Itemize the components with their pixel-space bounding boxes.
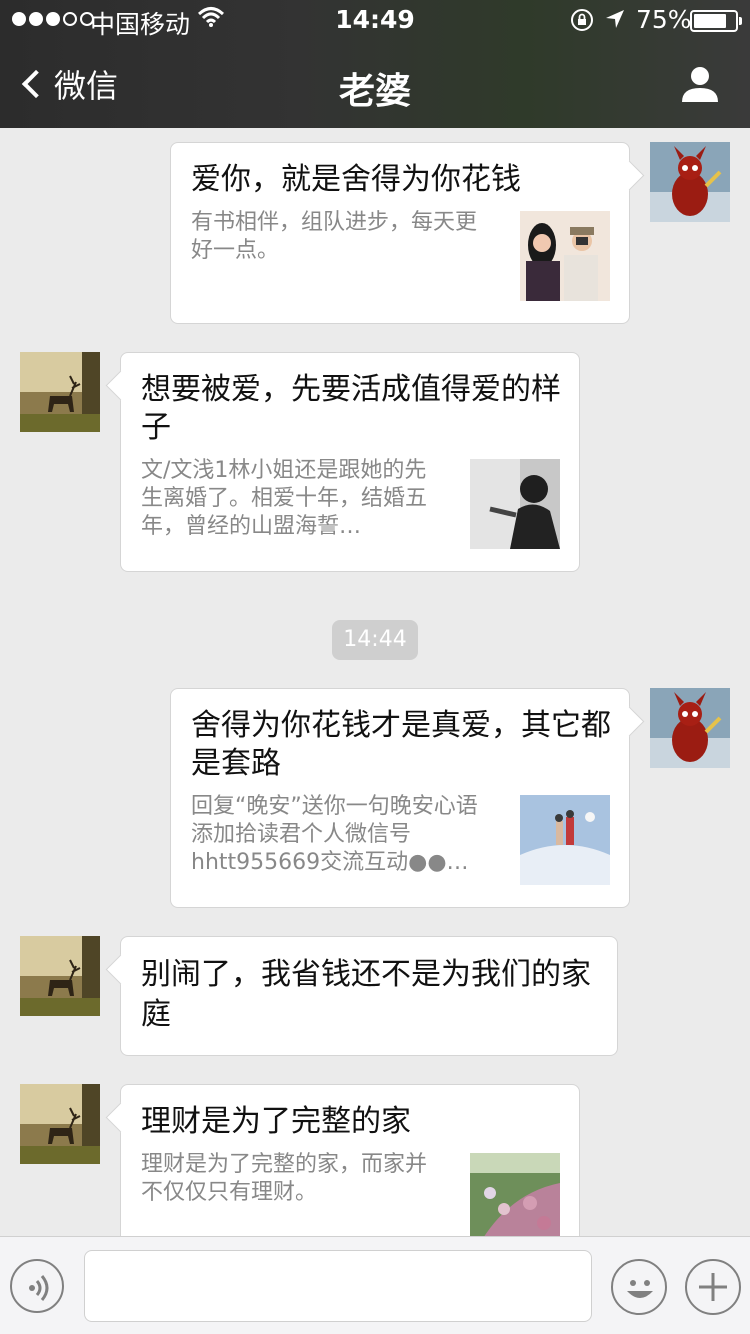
avatar-contact[interactable] xyxy=(20,352,100,432)
more-button[interactable] xyxy=(685,1259,741,1315)
rotation-lock-icon xyxy=(571,9,593,31)
card-thumbnail xyxy=(470,1153,560,1243)
card-title: 理财是为了完整的家 xyxy=(141,1104,411,1139)
emoji-icon xyxy=(627,1280,653,1298)
avatar-self[interactable] xyxy=(650,688,730,768)
timestamp: 14:44 xyxy=(332,620,418,660)
avatar-self[interactable] xyxy=(650,142,730,222)
card-description: 文/文浅1林小姐还是跟她的先生离婚了。相爱十年，结婚五年，曾经的山盟海誓… xyxy=(141,458,428,539)
card-description: 理财是为了完整的家，而家并不仅仅只有理财。 xyxy=(141,1152,428,1205)
card-title: 爱你，就是舍得为你花钱 xyxy=(191,162,521,197)
battery-icon xyxy=(690,10,742,32)
top-bar: 中国移动 14:49 75% 微信 老婆 xyxy=(0,0,750,128)
plus-icon xyxy=(699,1273,727,1301)
message-text: 别闹了，我省钱还不是为我们的家庭 xyxy=(141,957,591,1032)
card-title: 想要被爱，先要活成值得爱的样子 xyxy=(141,372,561,445)
chat-title: 老婆 xyxy=(338,71,411,112)
avatar-contact[interactable] xyxy=(20,1084,100,1164)
card-description: 回复“晚安”送你一句晚安心语添加拾读君个人微信号hhtt955669交流互动●●… xyxy=(191,794,478,875)
card-description: 有书相伴，组队进步，每天更好一点。 xyxy=(191,210,478,263)
message-text-bubble[interactable]: 别闹了，我省钱还不是为我们的家庭 xyxy=(120,936,618,1056)
message-card[interactable]: 想要被爱，先要活成值得爱的样子 文/文浅1林小姐还是跟她的先生离婚了。相爱十年，… xyxy=(120,352,580,572)
status-bar: 中国移动 14:49 75% xyxy=(0,0,750,40)
card-thumbnail xyxy=(470,459,560,549)
person-icon[interactable] xyxy=(680,64,720,104)
voice-icon xyxy=(29,1275,49,1301)
avatar-contact[interactable] xyxy=(20,936,100,1016)
card-title: 舍得为你花钱才是真爱，其它都是套路 xyxy=(191,708,611,781)
voice-button[interactable] xyxy=(10,1259,64,1313)
card-thumbnail xyxy=(520,211,610,301)
location-arrow-icon xyxy=(606,10,624,28)
message-card[interactable]: 爱你，就是舍得为你花钱 有书相伴，组队进步，每天更好一点。 xyxy=(170,142,630,324)
message-card[interactable]: 舍得为你花钱才是真爱，其它都是套路 回复“晚安”送你一句晚安心语添加拾读君个人微… xyxy=(170,688,630,908)
emoji-button[interactable] xyxy=(611,1259,667,1315)
battery-percent: 75% xyxy=(636,5,692,34)
card-thumbnail xyxy=(520,795,610,885)
input-bar xyxy=(0,1236,750,1334)
message-input[interactable] xyxy=(84,1250,592,1322)
